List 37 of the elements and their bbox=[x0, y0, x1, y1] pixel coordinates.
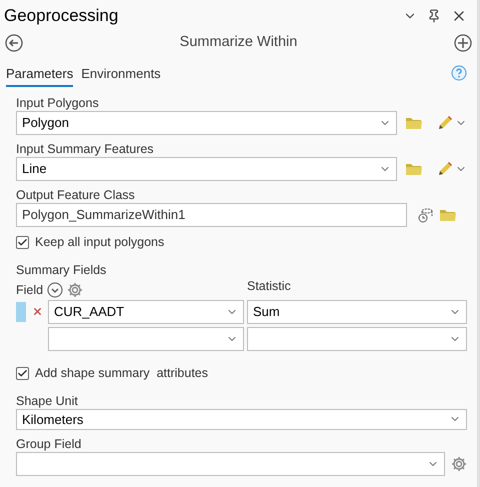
column-header: Statistic bbox=[247, 278, 291, 294]
back-icon[interactable] bbox=[5, 34, 23, 52]
layer-dropdown[interactable]: Line bbox=[16, 157, 397, 181]
expand-circle-icon[interactable] bbox=[47, 282, 64, 298]
output-field[interactable]: Polygon_SummarizeWithin1 bbox=[16, 203, 407, 227]
parameter-label: Summary Fields bbox=[16, 262, 106, 278]
database-clock-icon[interactable] bbox=[417, 207, 433, 223]
check-icon bbox=[17, 236, 28, 248]
parameter-label: Output Feature Class bbox=[16, 187, 135, 203]
pin-icon[interactable] bbox=[427, 8, 441, 22]
gear-icon[interactable] bbox=[451, 456, 467, 472]
pencil-icon[interactable] bbox=[437, 115, 453, 131]
checkbox[interactable] bbox=[16, 236, 29, 249]
parameter-label: Input Summary Features bbox=[16, 141, 154, 157]
column-header: Field bbox=[16, 282, 44, 298]
unit-dropdown[interactable]: Kilometers bbox=[16, 408, 467, 430]
checkbox-label: Keep all input polygons bbox=[35, 234, 164, 251]
field-dropdown[interactable]: CUR_AADT bbox=[48, 300, 244, 324]
group-field-dropdown[interactable] bbox=[16, 452, 445, 476]
pencil-icon[interactable] bbox=[437, 161, 453, 177]
help-icon[interactable] bbox=[451, 65, 467, 81]
gear-icon[interactable] bbox=[67, 282, 84, 298]
add-icon[interactable] bbox=[454, 34, 472, 52]
tool-title: Summarize Within bbox=[178, 33, 298, 52]
parameter-label: Shape Unit bbox=[16, 392, 78, 408]
layer-dropdown[interactable]: Polygon bbox=[16, 111, 397, 135]
field-dropdown[interactable] bbox=[48, 326, 244, 351]
parameter-label: Input Polygons bbox=[16, 95, 99, 111]
remove-icon[interactable] bbox=[32, 306, 42, 318]
check-icon bbox=[17, 368, 28, 379]
checkbox[interactable] bbox=[16, 366, 29, 380]
checkbox-label: Add shape summary attributes bbox=[35, 364, 208, 382]
tab[interactable]: Parameters bbox=[6, 64, 74, 87]
statistic-dropdown[interactable]: Sum bbox=[247, 300, 467, 324]
window-title: Geoprocessing bbox=[4, 4, 120, 27]
tab[interactable]: Environments bbox=[81, 64, 161, 87]
parameter-label: Group Field bbox=[16, 436, 82, 452]
